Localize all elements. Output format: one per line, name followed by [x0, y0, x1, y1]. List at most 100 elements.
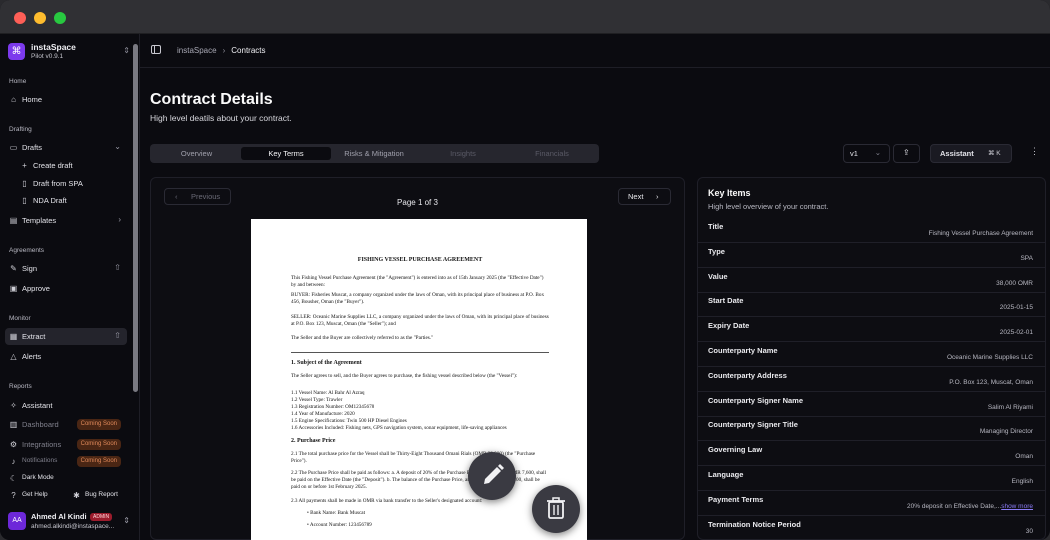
section-home: Home	[9, 78, 27, 85]
key-item-value-text: 20% deposit on Effective Date,...	[907, 502, 1002, 510]
key-item-label: Counterparty Signer Title	[708, 420, 798, 430]
page-subtitle: High level deatils about your contract.	[150, 113, 292, 123]
tab-overview[interactable]: Overview	[153, 147, 240, 160]
tab-key-terms[interactable]: Key Terms	[241, 147, 331, 160]
key-items-panel: Key Items High level overview of your co…	[697, 177, 1046, 540]
key-item-value: SPA	[1020, 255, 1033, 262]
sidebar-item-label: Templates	[22, 216, 57, 225]
sidebar-item-label: Drafts	[22, 143, 43, 152]
sidebar-item-sign[interactable]: ✎ Sign ⇧	[5, 260, 127, 277]
sidebar-item-label: Home	[22, 95, 43, 104]
sidebar-item-home[interactable]: ⌂ Home	[5, 91, 127, 108]
key-item-label: Counterparty Name	[708, 346, 778, 355]
sidebar-item-draft-from-spa[interactable]: ▯ Draft from SPA	[16, 175, 127, 192]
workspace-switcher[interactable]: ⌘ instaSpace Pilot v0.9.1 ⇕	[8, 42, 134, 64]
key-item-value: Oman	[1015, 453, 1033, 460]
sparkle-icon: ✧	[10, 401, 17, 410]
sidebar-item-notifications[interactable]: ♪ Notifications Coming Soon	[5, 453, 127, 470]
tab-financials[interactable]: Financials	[508, 147, 596, 160]
upload-icon[interactable]: ⇧	[114, 331, 121, 340]
breadcrumb: instaSpace › Contracts	[177, 46, 266, 55]
close-window-button[interactable]	[14, 12, 26, 24]
sidebar-item-label: Create draft	[33, 161, 73, 170]
document-icon: ▯	[22, 179, 27, 188]
key-item-row: Governing Law Oman	[698, 441, 1045, 467]
key-item-value: Salim Al Riyami	[988, 404, 1033, 411]
sidebar-item-label: Alerts	[22, 352, 42, 361]
sidebar-item-approve[interactable]: ▣ Approve	[5, 280, 127, 297]
key-item-value: P.O. Box 123, Muscat, Oman	[949, 379, 1033, 386]
page-indicator: Page 1 of 3	[397, 198, 438, 207]
key-item-value-text: P.O. Box 123, Muscat, Oman	[949, 378, 1033, 386]
sidebar-item-drafts[interactable]: ▭ Drafts ⌄	[5, 139, 127, 156]
user-menu[interactable]: AA Ahmed Al Kindi ADMIN ahmed.alkindi@in…	[6, 510, 134, 534]
sidebar-item-label: Dark Mode	[22, 474, 54, 481]
key-item-value: 2025-02-01	[1000, 329, 1033, 336]
chevron-down-icon: ⌄	[874, 148, 881, 157]
key-item-value-text: Oceanic Marine Supplies LLC	[947, 354, 1033, 361]
tab-insights[interactable]: Insights	[418, 147, 508, 160]
more-options-icon[interactable]: ⋮	[1030, 146, 1039, 157]
sidebar-item-label: Draft from SPA	[33, 179, 83, 188]
get-help-button[interactable]: ? Get Help	[5, 487, 63, 504]
next-label: Next	[628, 192, 644, 201]
document-seller: SELLER: Oceanic Marine Supplies LLC, a c…	[291, 314, 549, 327]
section-heading: 1. Subject of the Agreement	[291, 360, 362, 366]
key-item-value: Fishing Vessel Purchase Agreement	[929, 230, 1033, 237]
coming-soon-badge: Coming Soon	[76, 439, 121, 450]
sidebar-item-assistant[interactable]: ✧ Assistant	[5, 397, 127, 414]
assistant-button[interactable]: Assistant ⌘ K	[930, 144, 1012, 163]
sidebar-item-label: Assistant	[22, 401, 53, 410]
bullet-text: Account Number: 123456789	[309, 522, 372, 528]
help-icon: ?	[11, 491, 16, 500]
coming-soon-badge: Coming Soon	[76, 419, 121, 430]
sidebar-item-alerts[interactable]: △ Alerts	[5, 348, 127, 365]
maximize-window-button[interactable]	[54, 12, 66, 24]
key-item-value: Managing Director	[980, 428, 1033, 435]
key-item-value-text: Oman	[1015, 453, 1033, 461]
sidebar-item-label: Integrations	[22, 440, 62, 449]
key-item-row: Type SPA	[698, 243, 1045, 268]
delete-button[interactable]	[532, 485, 580, 533]
tab-risks-mitigation[interactable]: Risks & Mitigation	[331, 147, 417, 160]
chevron-right-icon: ›	[118, 215, 121, 224]
sidebar-item-extract[interactable]: ▦ Extract ⇧	[5, 328, 127, 345]
integrations-icon: ⚙	[9, 440, 18, 449]
key-item-row: Counterparty Signer Name Salim Al Riyami	[698, 392, 1045, 417]
section-drafting: Drafting	[9, 126, 32, 133]
key-item-label: Title	[708, 222, 724, 231]
sidebar-item-templates[interactable]: ▤ Templates ›	[5, 212, 127, 229]
sidebar-toggle-icon[interactable]	[151, 45, 161, 54]
version-value: v1	[850, 149, 858, 158]
sidebar-item-label: Get Help	[22, 491, 48, 498]
key-items-title: Key Items	[708, 188, 751, 198]
upload-icon[interactable]: ⇧	[114, 263, 121, 272]
bell-icon: ♪	[11, 457, 16, 466]
sidebar-item-dashboard[interactable]: ▥ Dashboard Coming Soon	[5, 416, 127, 433]
document-icon: ▯	[22, 196, 27, 205]
sidebar-item-create-draft[interactable]: + Create draft	[16, 157, 127, 174]
home-icon: ⌂	[11, 95, 16, 104]
bug-report-button[interactable]: ✱ Bug Report	[68, 487, 130, 504]
section-agreements: Agreements	[9, 247, 45, 254]
version-select[interactable]: v1 ⌄	[843, 144, 890, 163]
breadcrumb-root[interactable]: instaSpace	[177, 46, 217, 55]
sidebar-item-integrations[interactable]: ⚙ Integrations Coming Soon	[5, 436, 127, 453]
section-monitor: Monitor	[9, 315, 31, 322]
next-page-button[interactable]: Next ›	[618, 188, 671, 205]
key-item-row: Counterparty Address P.O. Box 123, Muscat…	[698, 367, 1045, 392]
edit-button[interactable]	[468, 452, 516, 500]
document-line: 1.5 Engine Specifications: Twin 500 HP D…	[291, 418, 407, 424]
export-button[interactable]: ⇪	[893, 144, 920, 163]
tab-bar: Overview Key Terms Risks & Mitigation In…	[150, 144, 599, 163]
key-item-value: English	[1012, 478, 1033, 485]
dark-mode-toggle[interactable]: ☾ Dark Mode	[5, 470, 127, 487]
show-more-link[interactable]: show more	[1001, 503, 1033, 510]
key-item-row: Payment Terms 20% deposit on Effective Da…	[698, 491, 1045, 516]
key-item-label: Language	[708, 470, 744, 479]
sidebar-scrollbar[interactable]	[133, 44, 138, 392]
minimize-window-button[interactable]	[34, 12, 46, 24]
key-item-value: 30	[1026, 528, 1033, 535]
sidebar-item-label: Notifications	[22, 457, 58, 464]
sidebar-item-nda-draft[interactable]: ▯ NDA Draft	[16, 192, 127, 209]
